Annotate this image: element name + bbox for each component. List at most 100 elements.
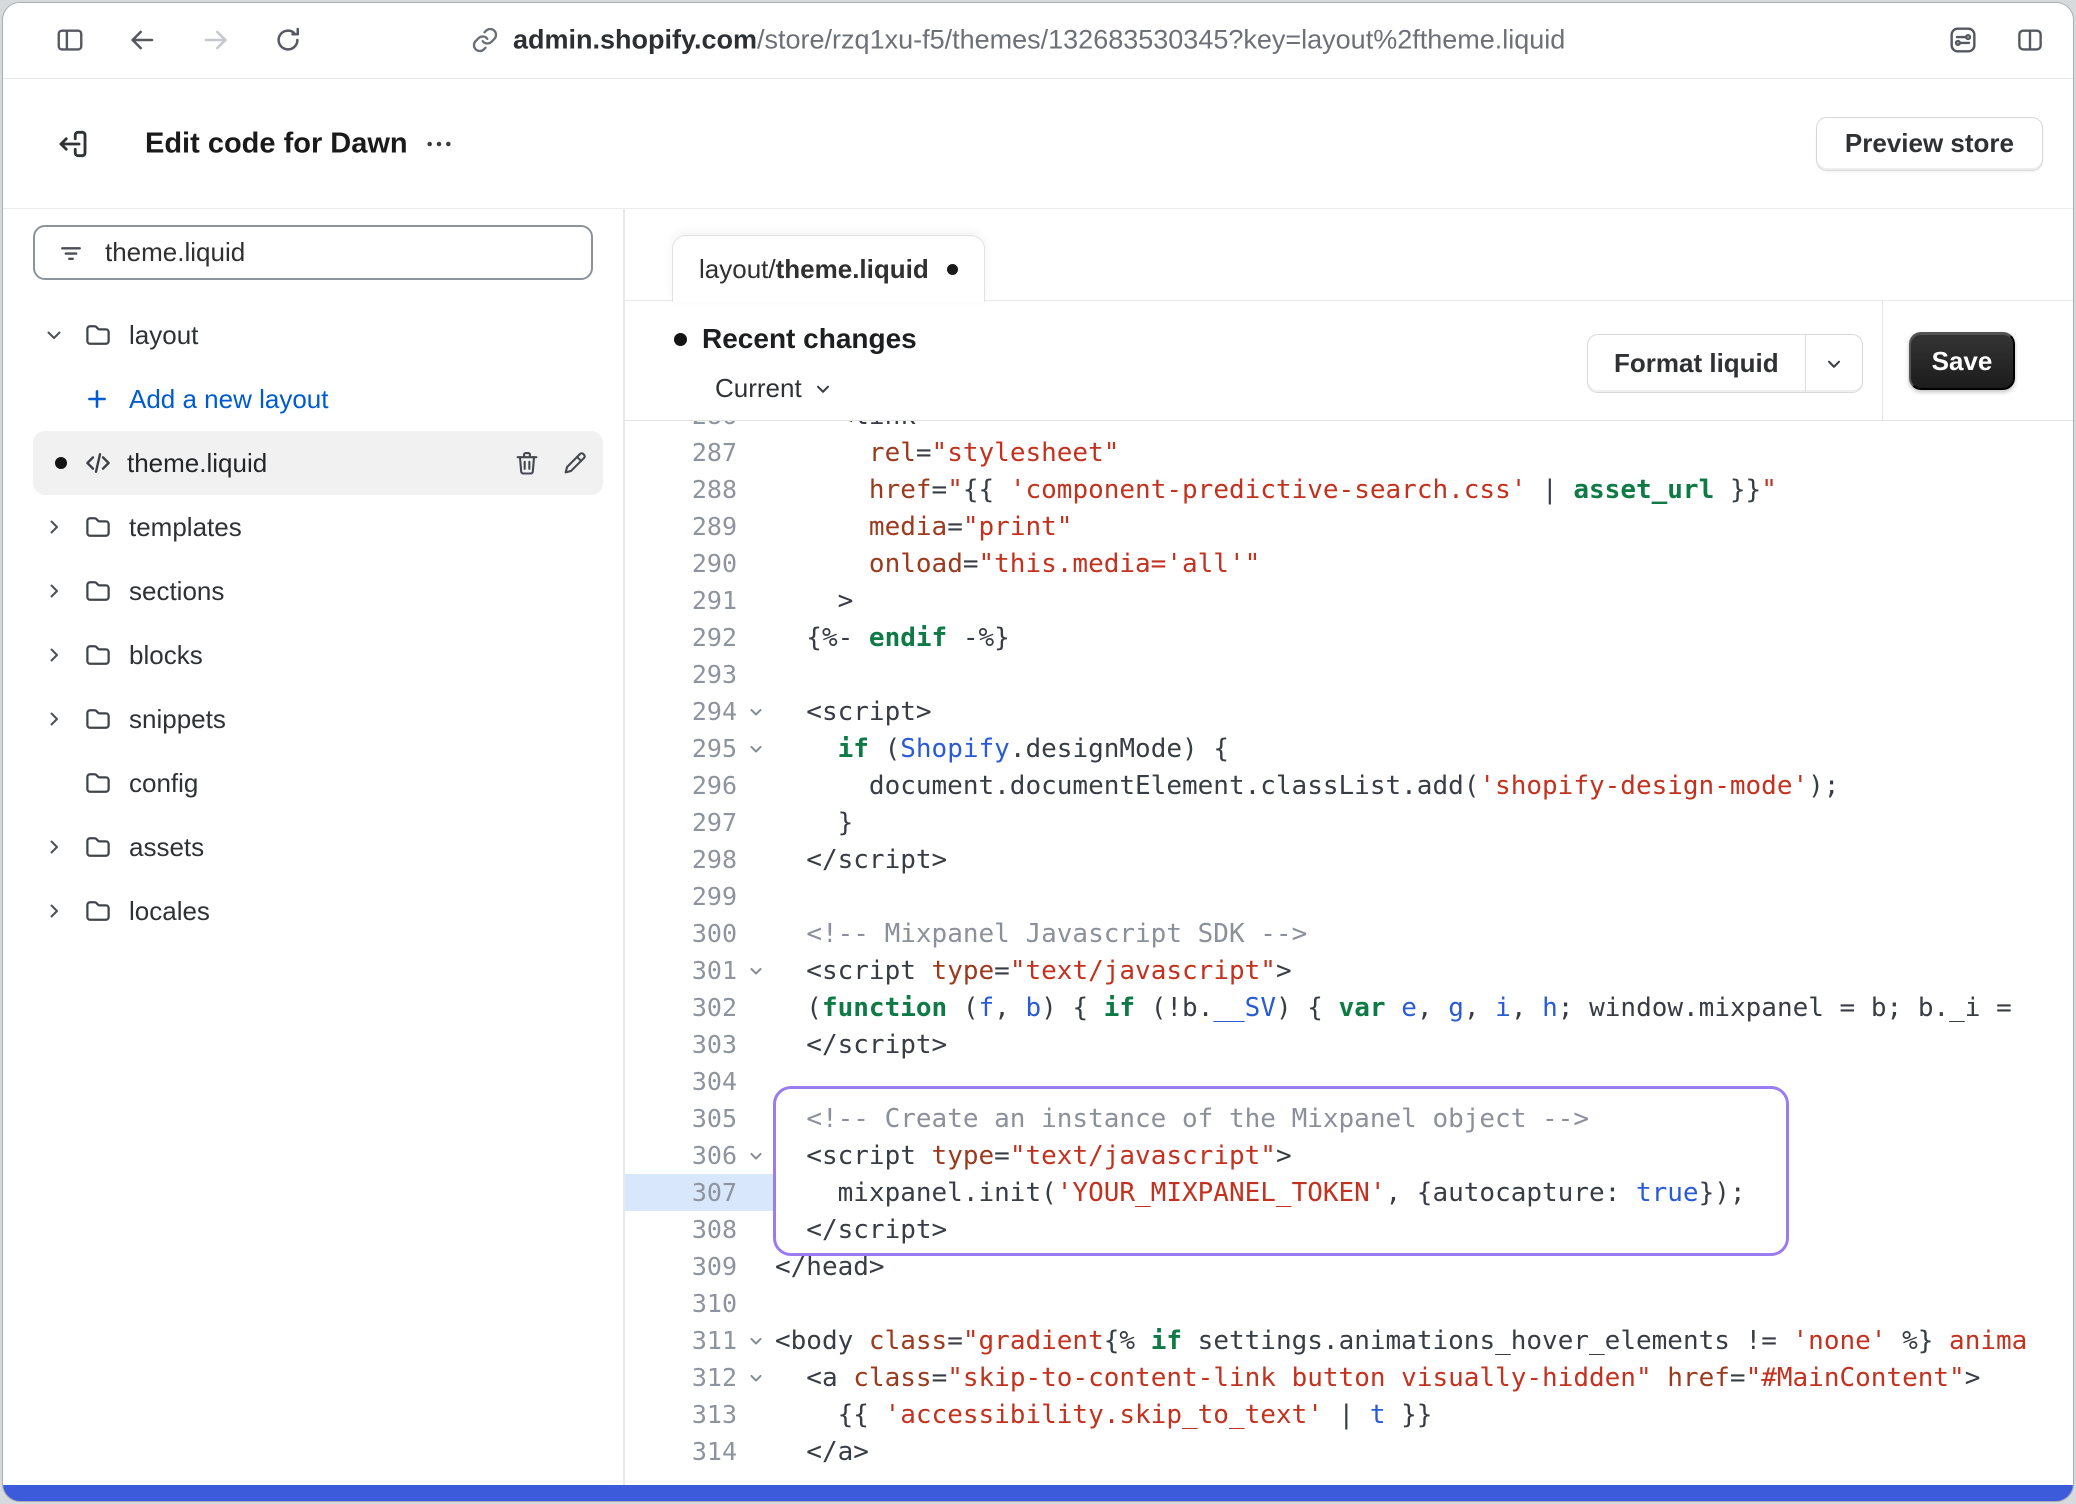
line-number[interactable]: 303: [625, 1030, 737, 1059]
line-number[interactable]: 311: [625, 1326, 737, 1355]
code-line: 313 {{ 'accessibility.skip_to_text' | t …: [625, 1396, 2073, 1433]
delete-file-icon[interactable]: [513, 449, 541, 477]
editor-main: layout/theme.liquid Recent changes Curre…: [625, 209, 2073, 1485]
line-gutter: 304: [625, 1063, 775, 1100]
code-text: (function (f, b) { if (!b.__SV) { var e,…: [775, 993, 2012, 1023]
bottom-blue-bar: [3, 1485, 2073, 1501]
add-new-layout-button[interactable]: Add a new layout: [3, 367, 623, 431]
line-gutter: 295: [625, 730, 775, 767]
line-gutter: 314: [625, 1433, 775, 1470]
url-path: /store/rzq1xu-f5/themes/132683530345?key…: [757, 25, 1565, 55]
code-line: 302 (function (f, b) { if (!b.__SV) { va…: [625, 989, 2073, 1026]
line-number[interactable]: 307: [625, 1178, 737, 1207]
chevron-right-icon[interactable]: [39, 579, 69, 603]
reload-icon[interactable]: [273, 25, 303, 55]
chevron-right-icon[interactable]: [39, 707, 69, 731]
line-number[interactable]: 304: [625, 1067, 737, 1096]
search-input[interactable]: [103, 236, 591, 269]
line-gutter: 311: [625, 1322, 775, 1359]
line-gutter: 290: [625, 545, 775, 582]
line-number[interactable]: 290: [625, 549, 737, 578]
line-number[interactable]: 291: [625, 586, 737, 615]
code-text: media="print": [775, 512, 1072, 542]
code-text: }: [775, 808, 853, 838]
chevron-down-icon: [1823, 353, 1845, 375]
split-view-icon[interactable]: [2015, 25, 2045, 55]
tab-theme-liquid[interactable]: layout/theme.liquid: [672, 235, 985, 302]
line-number[interactable]: 309: [625, 1252, 737, 1281]
code-text: onload="this.media='all'": [775, 549, 1260, 579]
sidebar-item-assets[interactable]: assets: [3, 815, 623, 879]
chevron-right-icon[interactable]: [39, 643, 69, 667]
folder-icon: [83, 640, 113, 670]
forward-icon[interactable]: [201, 25, 231, 55]
sidebar-item-templates[interactable]: templates: [3, 495, 623, 559]
format-liquid-button[interactable]: Format liquid: [1587, 334, 1863, 393]
code-text: </script>: [775, 1215, 947, 1245]
fold-chevron-icon[interactable]: [737, 739, 775, 759]
line-number[interactable]: 306: [625, 1141, 737, 1170]
format-liquid-dropdown[interactable]: [1805, 335, 1862, 392]
line-number[interactable]: 300: [625, 919, 737, 948]
sidebar-item-label: templates: [129, 512, 242, 543]
sidebar-toggle-icon[interactable]: [55, 25, 85, 55]
line-number[interactable]: 289: [625, 512, 737, 541]
file-search-box[interactable]: [33, 225, 593, 280]
line-number[interactable]: 313: [625, 1400, 737, 1429]
code-line: 291 >: [625, 582, 2073, 619]
line-number[interactable]: 294: [625, 697, 737, 726]
chevron-right-icon[interactable]: [39, 835, 69, 859]
line-number[interactable]: 305: [625, 1104, 737, 1133]
chevron-down-icon[interactable]: [39, 323, 69, 347]
folder-icon: [83, 512, 113, 542]
line-gutter: 288: [625, 471, 775, 508]
line-number[interactable]: 299: [625, 882, 737, 911]
line-number[interactable]: 308: [625, 1215, 737, 1244]
fold-chevron-icon[interactable]: [737, 1331, 775, 1351]
line-number[interactable]: 314: [625, 1437, 737, 1466]
fold-chevron-icon[interactable]: [737, 1146, 775, 1166]
sidebar-item-blocks[interactable]: blocks: [3, 623, 623, 687]
tab-bar: layout/theme.liquid: [625, 209, 2073, 300]
line-number[interactable]: 288: [625, 475, 737, 504]
sidebar-item-config[interactable]: config: [3, 751, 623, 815]
sidebar-item-label: locales: [129, 896, 210, 927]
line-number[interactable]: 302: [625, 993, 737, 1022]
code-editor[interactable]: 286 <link287 rel="stylesheet"288 href="{…: [625, 419, 2073, 1485]
sidebar-item-theme-liquid[interactable]: theme.liquid: [33, 431, 603, 495]
sidebar-item-locales[interactable]: locales: [3, 879, 623, 943]
address-bar[interactable]: admin.shopify.com/store/rzq1xu-f5/themes…: [513, 25, 1565, 56]
line-number[interactable]: 297: [625, 808, 737, 837]
line-number[interactable]: 298: [625, 845, 737, 874]
line-number[interactable]: 295: [625, 734, 737, 763]
fold-chevron-icon[interactable]: [737, 1368, 775, 1388]
preview-store-button[interactable]: Preview store: [1816, 117, 2043, 171]
chevron-right-icon[interactable]: [39, 515, 69, 539]
sidebar-item-snippets[interactable]: snippets: [3, 687, 623, 751]
rename-file-icon[interactable]: [561, 449, 589, 477]
line-number[interactable]: 287: [625, 438, 737, 467]
sidebar-item-layout[interactable]: layout: [3, 303, 623, 367]
fold-chevron-icon[interactable]: [737, 961, 775, 981]
line-number[interactable]: 312: [625, 1363, 737, 1392]
line-number[interactable]: 301: [625, 956, 737, 985]
more-actions-icon[interactable]: [423, 128, 455, 160]
filter-icon: [57, 239, 85, 267]
code-line: 310: [625, 1285, 2073, 1322]
save-button[interactable]: Save: [1909, 332, 2015, 390]
chevron-down-icon: [812, 378, 834, 400]
line-gutter: 312: [625, 1359, 775, 1396]
chevron-right-icon[interactable]: [39, 899, 69, 923]
line-number[interactable]: 296: [625, 771, 737, 800]
exit-editor-icon[interactable]: [55, 126, 91, 162]
line-number[interactable]: 293: [625, 660, 737, 689]
version-dropdown[interactable]: Current: [715, 373, 834, 404]
sidebar-item-sections[interactable]: sections: [3, 559, 623, 623]
line-number[interactable]: 310: [625, 1289, 737, 1318]
line-number[interactable]: 292: [625, 623, 737, 652]
extensions-icon[interactable]: [1947, 24, 1979, 56]
code-text: <!-- Mixpanel Javascript SDK -->: [775, 919, 1307, 949]
code-text: document.documentElement.classList.add('…: [775, 771, 1839, 801]
back-icon[interactable]: [127, 25, 157, 55]
fold-chevron-icon[interactable]: [737, 702, 775, 722]
